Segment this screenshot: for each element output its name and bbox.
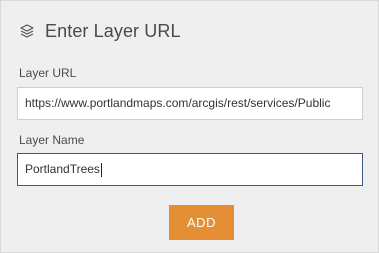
panel-header: Enter Layer URL — [18, 19, 181, 43]
panel-title: Enter Layer URL — [45, 20, 181, 41]
layer-name-label: Layer Name — [19, 133, 85, 147]
layer-url-label: Layer URL — [19, 66, 77, 80]
enter-layer-url-panel: Enter Layer URL Layer URL https://www.po… — [0, 0, 379, 253]
layer-name-value: PortlandTrees — [25, 162, 100, 176]
layer-url-input[interactable]: https://www.portlandmaps.com/arcgis/rest… — [17, 87, 363, 120]
add-button[interactable]: ADD — [169, 205, 234, 240]
layer-url-value: https://www.portlandmaps.com/arcgis/rest… — [25, 96, 331, 110]
layer-name-input[interactable]: PortlandTrees — [17, 153, 363, 186]
text-caret — [100, 162, 102, 177]
layers-icon — [18, 22, 36, 40]
